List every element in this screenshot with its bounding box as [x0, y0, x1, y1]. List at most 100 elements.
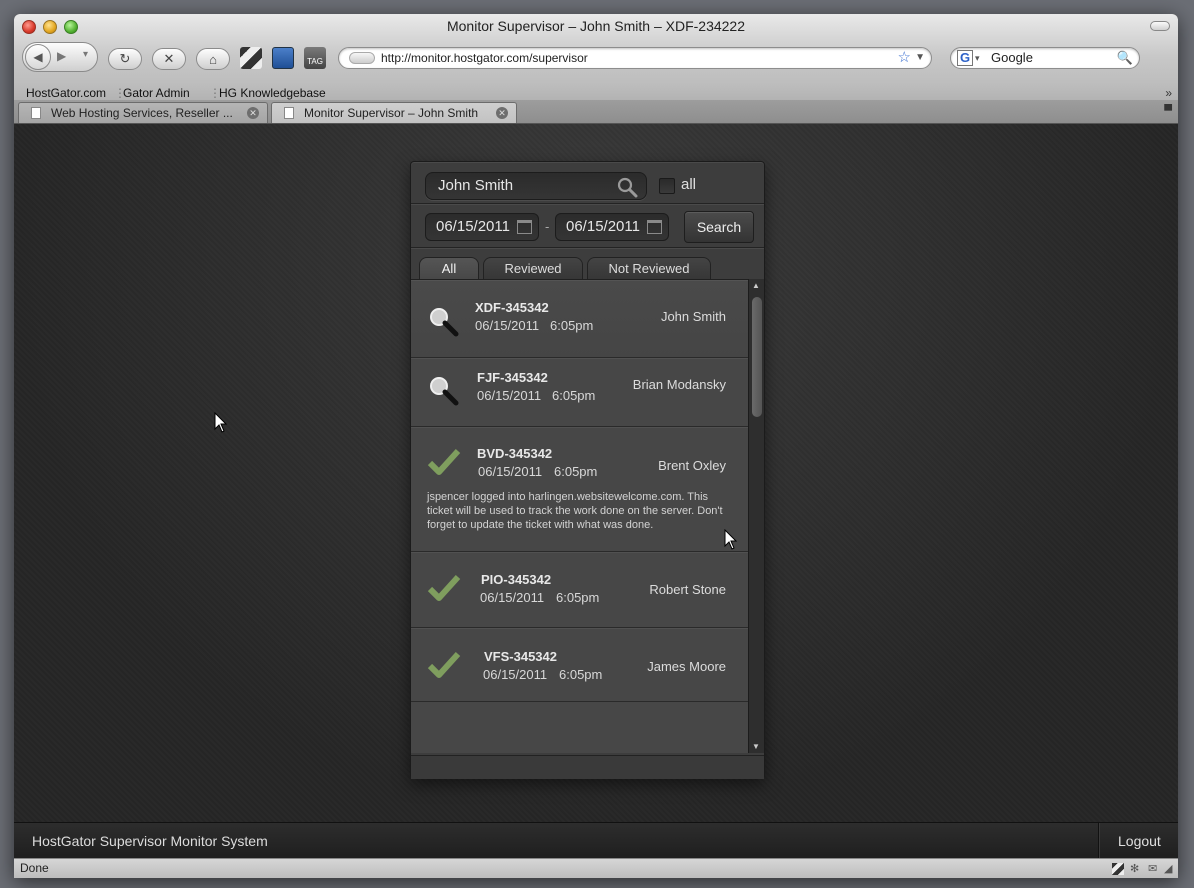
ticket-row-expanded[interactable]: BVD-345342 06/15/2011 6:05pm Brent Oxley…	[411, 427, 748, 552]
bookmarks-overflow-icon[interactable]: »	[1165, 86, 1172, 100]
close-tab-icon[interactable]: ✕	[496, 107, 508, 119]
tab-reviewed[interactable]: Reviewed	[483, 257, 583, 280]
date-from-value: 06/15/2011	[436, 218, 510, 235]
all-checkbox[interactable]	[659, 178, 675, 194]
resize-grip-icon[interactable]: ◢	[1164, 863, 1176, 875]
toolbar-toggle-button[interactable]	[1150, 21, 1170, 31]
mail-icon[interactable]: ✉	[1148, 863, 1160, 875]
checkmark-icon	[427, 651, 461, 678]
url-dropdown-icon[interactable]: ▼	[915, 48, 925, 68]
url-bar[interactable]: http://monitor.hostgator.com/supervisor …	[338, 47, 932, 69]
page-content: John Smith all 06/15/2011 - 06/15/2011 S…	[14, 124, 1178, 822]
ticket-user: Brian Modansky	[632, 377, 726, 392]
app-footer: HostGator Supervisor Monitor System Logo…	[14, 822, 1178, 859]
stop-button[interactable]: ✕	[152, 48, 186, 70]
date-to-input[interactable]: 06/15/2011	[555, 213, 669, 241]
reload-icon: ↻	[119, 51, 131, 66]
ticket-list-scrollbar[interactable]: ▲ ▼	[748, 279, 764, 753]
tag-icon[interactable]: TAG	[304, 47, 326, 69]
tab-all[interactable]: All	[419, 257, 479, 280]
page-icon	[31, 107, 41, 119]
ticket-date: 06/15/2011	[475, 318, 540, 333]
close-tab-icon[interactable]: ✕	[247, 107, 259, 119]
mouse-cursor-icon	[724, 529, 738, 550]
filter-tabs: All Reviewed Not Reviewed	[411, 248, 764, 280]
ticket-date: 06/15/2011	[483, 667, 548, 682]
date-to-value: 06/15/2011	[566, 218, 640, 235]
scroll-thumb[interactable]	[752, 297, 762, 417]
snowflake-icon[interactable]: ✻	[1130, 863, 1142, 875]
search-input[interactable]: John Smith	[425, 172, 647, 200]
forward-button[interactable]: ▶	[57, 49, 66, 63]
google-engine-icon[interactable]: G	[957, 50, 973, 66]
logout-link[interactable]: Logout	[1118, 833, 1161, 849]
bookmark-hg-knowledgebase[interactable]: HG Knowledgebase	[219, 86, 326, 100]
bookmarks-bar: HostGator.com ⋮ Gator Admin ⋮ HG Knowled…	[14, 84, 1178, 100]
ticket-row[interactable]: PIO-345342 06/15/2011 6:05pm Robert Ston…	[411, 552, 748, 628]
tab-list-menu-icon[interactable]: ▀	[1164, 105, 1172, 117]
search-row: John Smith all	[411, 162, 764, 204]
magnifier-icon	[430, 308, 459, 337]
date-separator: -	[545, 219, 550, 234]
browser-tab-monitor-supervisor[interactable]: Monitor Supervisor – John Smith ✕	[271, 102, 517, 123]
page-extension-icon[interactable]	[272, 47, 294, 69]
web-search-input[interactable]: G ▾ Google 🔍	[950, 47, 1140, 69]
footer-divider	[1098, 823, 1099, 859]
ticket-row[interactable]: VFS-345342 06/15/2011 6:05pm James Moore	[411, 628, 748, 702]
ticket-row[interactable]: FJF-345342 06/15/2011 6:05pm Brian Modan…	[411, 358, 748, 427]
url-text: http://monitor.hostgator.com/supervisor	[381, 51, 588, 65]
ticket-id: FJF-345342	[477, 370, 548, 385]
status-bar: Done ✻ ✉ ◢	[14, 858, 1178, 878]
supervisor-panel: John Smith all 06/15/2011 - 06/15/2011 S…	[410, 161, 765, 779]
bookmark-hostgator[interactable]: HostGator.com	[26, 86, 106, 100]
ticket-description: jspencer logged into harlingen.websitewe…	[427, 491, 723, 531]
back-arrow-icon: ◀	[33, 50, 43, 64]
calendar-icon[interactable]	[517, 220, 532, 234]
ticket-time: 6:05pm	[550, 318, 594, 333]
site-identity-icon[interactable]	[349, 52, 375, 64]
browser-tab-label: Monitor Supervisor – John Smith	[304, 106, 479, 120]
scroll-up-icon[interactable]: ▲	[752, 281, 760, 290]
all-checkbox-label: all	[681, 176, 697, 193]
home-icon: ⌂	[209, 51, 217, 67]
ticket-user: James Moore	[647, 659, 726, 674]
browser-window: Monitor Supervisor – John Smith – XDF-23…	[14, 14, 1178, 878]
ticket-row[interactable]: XDF-345342 06/15/2011 6:05pm John Smith	[411, 280, 748, 358]
magnifier-icon	[430, 377, 459, 406]
search-input-value: John Smith	[438, 177, 514, 194]
ticket-time: 6:05pm	[554, 464, 598, 479]
ticket-list: XDF-345342 06/15/2011 6:05pm John Smith …	[411, 279, 748, 753]
home-button[interactable]: ⌂	[196, 48, 230, 70]
date-range-row: 06/15/2011 - 06/15/2011 Search	[411, 204, 764, 248]
ticket-id: BVD-345342	[477, 446, 553, 461]
bookmark-star-icon[interactable]: ☆	[898, 48, 911, 68]
search-button[interactable]: Search	[684, 211, 754, 243]
search-icon[interactable]: 🔍	[1117, 48, 1133, 68]
checker-status-icon[interactable]	[1112, 863, 1124, 875]
back-button[interactable]: ◀	[25, 44, 51, 70]
reload-button[interactable]: ↻	[108, 48, 142, 70]
ticket-time: 6:05pm	[552, 388, 596, 403]
history-dropdown-button[interactable]: ▾	[83, 49, 88, 60]
browser-tab-bar: Web Hosting Services, Reseller ... ✕ Mon…	[14, 100, 1178, 124]
ticket-date: 06/15/2011	[477, 388, 542, 403]
calendar-icon[interactable]	[647, 220, 662, 234]
ticket-id: VFS-345342	[484, 649, 557, 664]
browser-tab-web-hosting[interactable]: Web Hosting Services, Reseller ... ✕	[18, 102, 268, 123]
search-icon[interactable]	[616, 176, 638, 198]
ticket-user: Brent Oxley	[658, 458, 726, 473]
footer-brand: HostGator Supervisor Monitor System	[32, 833, 268, 849]
ticket-user: John Smith	[660, 309, 726, 324]
status-text: Done	[20, 861, 49, 875]
date-from-input[interactable]: 06/15/2011	[425, 213, 539, 241]
bookmark-gator-admin[interactable]: Gator Admin	[123, 86, 190, 100]
checkmark-icon	[427, 574, 461, 601]
tab-not-reviewed[interactable]: Not Reviewed	[587, 257, 711, 280]
checker-extension-icon[interactable]	[240, 47, 262, 69]
engine-dropdown-icon[interactable]: ▾	[975, 48, 980, 68]
ticket-id: XDF-345342	[475, 300, 549, 315]
checkmark-icon	[427, 448, 461, 475]
search-engine-text: Google	[991, 50, 1033, 65]
ticket-id: PIO-345342	[481, 572, 552, 587]
scroll-down-icon[interactable]: ▼	[752, 742, 760, 751]
